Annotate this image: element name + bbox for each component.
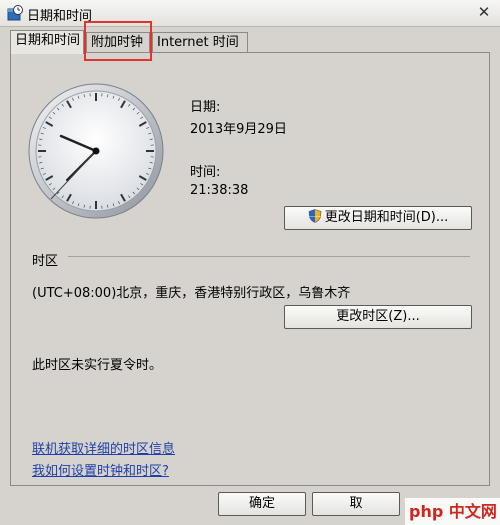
title-bar: 日期和时间 ✕ [0,0,500,27]
change-date-time-label: 更改日期和时间(D)... [324,210,449,225]
change-timezone-button[interactable]: 更改时区(Z)... [284,305,472,329]
time-value: 21:38:38 [190,183,249,198]
timezone-info-link[interactable]: 联机获取详细的时区信息 [32,438,175,457]
date-label: 日期: [190,100,221,115]
window-title: 日期和时间 [27,9,93,24]
how-to-set-clock-link[interactable]: 我如何设置时钟和时区? [32,460,169,479]
date-value: 2013年9月29日 [190,122,287,137]
time-label: 时间: [190,165,221,180]
date-time-app-icon [7,5,23,21]
cancel-button[interactable]: 取 [312,492,400,516]
ok-button[interactable]: 确定 [218,492,306,516]
tab-additional-clocks[interactable]: 附加时钟 [86,32,150,54]
tab-internet-time[interactable]: Internet 时间 [152,32,248,54]
timezone-divider [68,256,470,257]
close-icon[interactable]: ✕ [474,3,494,21]
analog-clock [28,83,164,219]
timezone-section-label: 时区 [32,254,59,269]
timezone-value: (UTC+08:00)北京，重庆，香港特别行政区，乌鲁木齐 [32,286,351,301]
watermark: php 中文网 [405,498,500,525]
dst-note: 此时区未实行夏令时。 [32,358,163,373]
uac-shield-icon [308,209,322,223]
change-date-time-button[interactable]: 更改日期和时间(D)... [284,206,472,230]
tab-date-time[interactable]: 日期和时间 [10,30,84,54]
